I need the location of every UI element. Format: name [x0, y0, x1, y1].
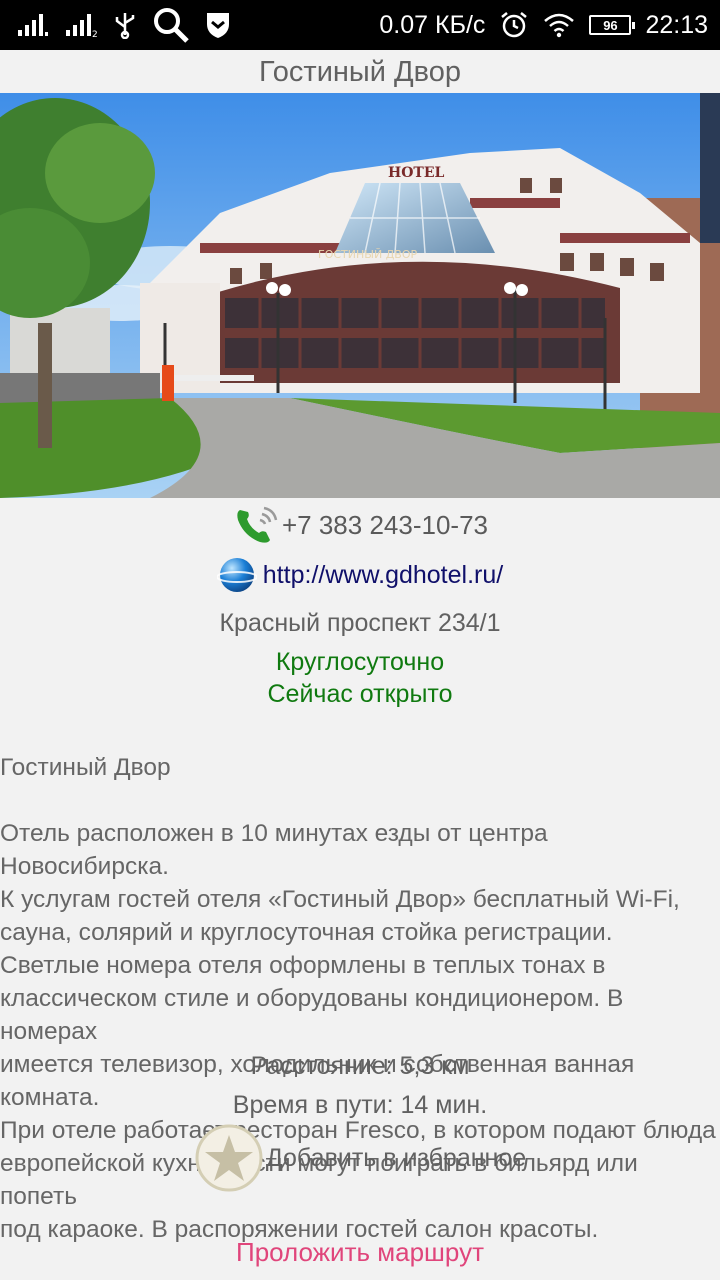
signal-2-icon: 2: [66, 14, 98, 38]
page-title: Гостиный Двор: [259, 56, 461, 88]
website-link[interactable]: http://www.gdhotel.ru/: [263, 561, 503, 590]
clock: 22:13: [645, 10, 708, 39]
address[interactable]: Красный проспект 234/1: [0, 609, 720, 638]
build-route-button[interactable]: Проложить маршрут: [0, 1237, 720, 1268]
hotel-sign: HOTEL: [388, 165, 445, 181]
shield-icon: [207, 13, 229, 38]
hotel-facade-sign: ГОСТИНЫЙ ДВОР: [318, 248, 417, 261]
status-right: 0.07 КБ/с 96 22:13: [379, 10, 708, 40]
phone-icon: [237, 506, 278, 543]
star-icon: [195, 1124, 263, 1192]
add-favorite-button[interactable]: Добавить в избранное: [0, 1123, 720, 1193]
website-row[interactable]: http://www.gdhotel.ru/: [0, 552, 720, 598]
distance: Расстояние: 5,3 км: [250, 1052, 470, 1080]
phone-number[interactable]: +7 383 243-10-73: [282, 510, 488, 541]
usb-icon: [115, 13, 135, 39]
alarm-icon: [501, 12, 528, 38]
description: Гостиный Двор Отель расположен в 10 мину…: [0, 718, 716, 1279]
battery-level: 96: [603, 17, 618, 33]
description-title: Гостиный Двор: [0, 754, 171, 781]
add-favorite-label[interactable]: Добавить в избранное: [266, 1144, 526, 1173]
status-left: 2: [16, 6, 232, 44]
signal-icon: [18, 14, 48, 36]
svg-text:2: 2: [92, 30, 98, 38]
travel-time: Время в пути: 14 мин.: [232, 1091, 488, 1119]
open-status: Сейчас открыто: [267, 680, 453, 708]
wifi-icon: [544, 13, 575, 38]
network-speed: 0.07 КБ/с: [379, 10, 486, 39]
status-bar: 2 0.07 КБ/с 96 22:13: [0, 0, 720, 50]
phone-row[interactable]: +7 383 243-10-73: [0, 500, 720, 550]
search-icon: [154, 8, 189, 43]
opening-hours: Круглосуточно: [275, 648, 445, 676]
hotel-photo: HOTEL ГОСТИНЫЙ ДВОР: [0, 93, 720, 498]
battery-icon: 96: [589, 15, 636, 35]
globe-icon: [216, 558, 257, 592]
